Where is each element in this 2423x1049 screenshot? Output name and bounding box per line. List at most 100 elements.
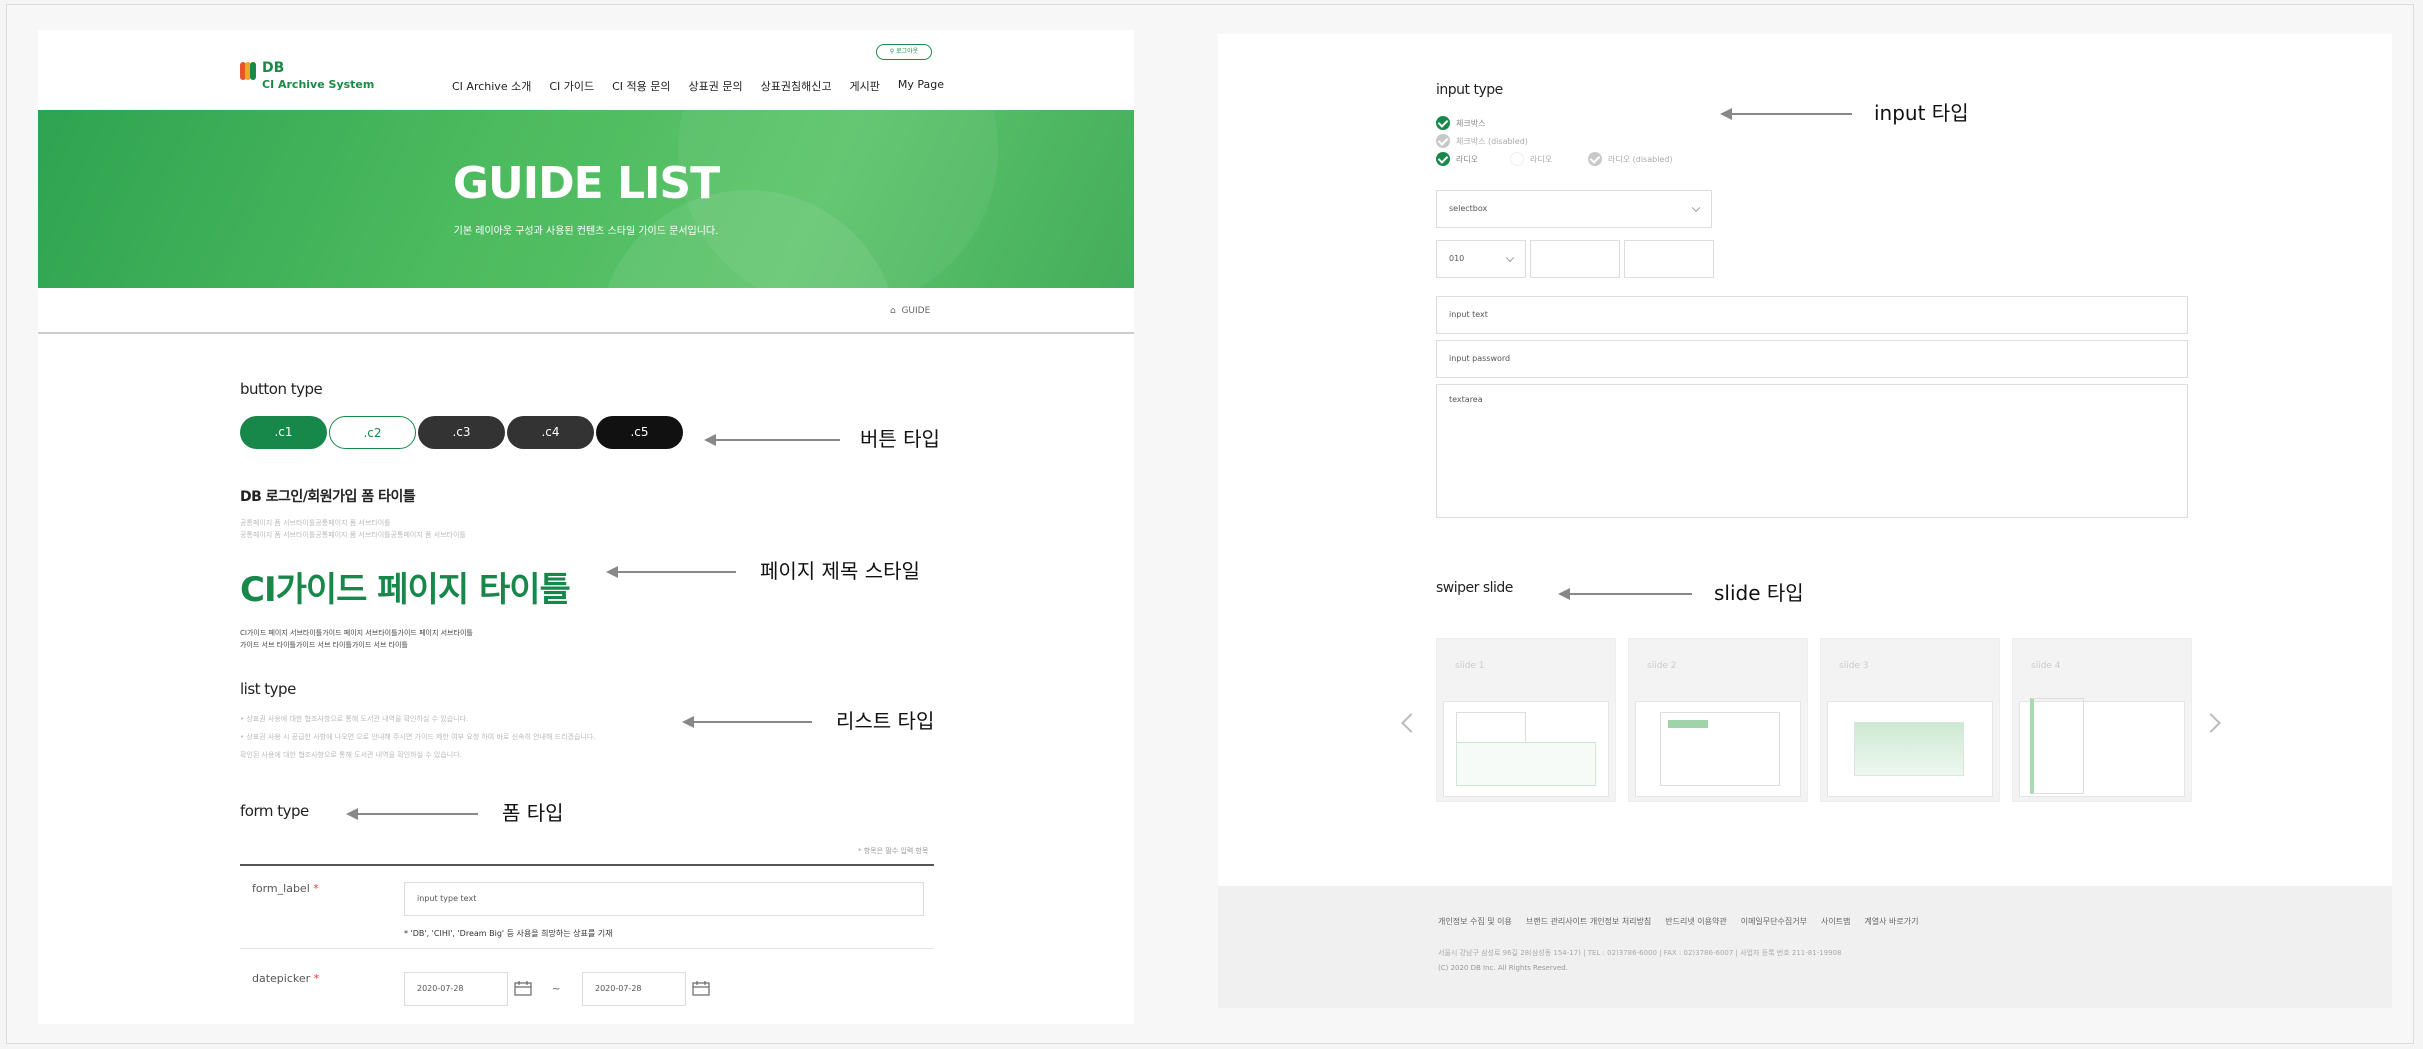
checkbox-disabled-icon	[1436, 134, 1450, 148]
chevron-down-icon	[1691, 203, 1701, 213]
footer-link[interactable]: 개인정보 수집 및 이용	[1438, 916, 1512, 927]
annotation-arrow-left-icon	[704, 434, 840, 446]
breadcrumb-current: GUIDE	[901, 306, 931, 316]
slide-card[interactable]: slide 1	[1436, 638, 1616, 802]
date-range-separator: ~	[552, 984, 561, 995]
radio-label: 라디오	[1530, 154, 1553, 164]
login-form-desc: 공통페이지 폼 서브타이틀공통페이지 폼 서브타이틀	[240, 519, 391, 527]
logo-db-text: DB	[262, 60, 285, 76]
checkbox-label: 체크박스	[1456, 118, 1486, 128]
divider	[38, 332, 1134, 334]
breadcrumb: ⌂ GUIDE	[890, 306, 930, 316]
annotation-slide: slide 타입	[1714, 581, 1804, 605]
annotation-arrow-left-icon	[1720, 108, 1852, 120]
footer-link[interactable]: 이메일무단수집거부	[1741, 916, 1807, 927]
nav-item-trademark-report[interactable]: 상표권침해신고	[761, 78, 832, 94]
radio[interactable]: 라디오	[1510, 152, 1552, 166]
password-input[interactable]: input password	[1436, 340, 2188, 378]
slide-label: slide 3	[1839, 661, 1869, 671]
annotation-arrow-left-icon	[1558, 588, 1692, 600]
phone-prefix-value: 010	[1449, 254, 1465, 263]
date-to-input[interactable]: 2020-07-28	[582, 972, 686, 1006]
required-star: *	[313, 972, 320, 985]
site-header: DB CI Archive System ⚲ 로그아웃 CI Archive 소…	[38, 30, 1134, 110]
slide-label: slide 2	[1647, 661, 1677, 671]
c4-button[interactable]: .c4	[507, 416, 594, 449]
slide-thumbnail	[1827, 701, 1993, 797]
nav-item-board[interactable]: 게시판	[849, 78, 879, 94]
logout-button[interactable]: ⚲ 로그아웃	[876, 44, 932, 60]
slide-label: slide 4	[2031, 661, 2061, 671]
home-icon[interactable]: ⌂	[890, 306, 896, 316]
annotation-page-title: 페이지 제목 스타일	[760, 559, 920, 583]
text-input[interactable]: input type text	[404, 882, 924, 916]
hero-title: GUIDE LIST	[452, 158, 720, 209]
checkbox[interactable]: 체크박스	[1436, 116, 1485, 130]
section-title-list: list type	[240, 680, 296, 698]
nav-item-ci-guide[interactable]: CI 가이드	[549, 78, 594, 94]
slide-thumbnail	[1443, 701, 1609, 797]
datepicker-label: datepicker *	[252, 972, 319, 985]
db-logo-mark-icon	[240, 62, 258, 80]
page-title-desc: 가이드 서브 타이틀가이드 서브 타이틀가이드 서브 타이틀	[240, 641, 408, 649]
hero-banner: GUIDE LIST 기본 레이아웃 구성과 사용된 컨텐츠 스타일 가이드 문…	[38, 110, 1134, 288]
c5-button[interactable]: .c5	[596, 416, 683, 449]
footer-links: 개인정보 수집 및 이용 브랜드 관리사이트 개인정보 처리방침 반드리넷 이용…	[1438, 916, 1918, 927]
form-row-separator	[240, 948, 934, 949]
nav-item-trademark-inquiry[interactable]: 상표권 문의	[689, 78, 743, 94]
radio-label: 라디오	[1456, 154, 1479, 164]
footer-link[interactable]: 사이트맵	[1821, 916, 1850, 927]
radio[interactable]: 라디오	[1436, 152, 1478, 166]
phone-last-input[interactable]	[1624, 240, 1714, 278]
button-row: .c1 .c2 .c3 .c4 .c5	[240, 416, 685, 449]
guide-input-page: input type 체크박스 체크박스 (disabled) 라디오 라디오 …	[1218, 34, 2392, 1008]
form-label: form_label *	[252, 882, 319, 895]
slide-card[interactable]: slide 2	[1628, 638, 1808, 802]
section-title-input: input type	[1436, 82, 1503, 98]
input-note: * 'DB', 'CIHI', 'Dream Big' 등 사용을 희망하는 상…	[404, 929, 613, 938]
nav-item-ci-inquiry[interactable]: CI 적용 문의	[612, 78, 670, 94]
form-top-line	[240, 864, 934, 866]
radio-label: 라디오 (disabled)	[1608, 154, 1673, 164]
hero-subtitle: 기본 레이아웃 구성과 사용된 컨텐츠 스타일 가이드 문서입니다.	[453, 226, 719, 237]
list-item: • 상표권 사용 시 공급한 사항에 나오면 으로 안내해 주시면 가이드 제한…	[240, 733, 596, 741]
phone-prefix-select[interactable]: 010	[1436, 240, 1526, 278]
slide-prev-icon[interactable]	[1401, 713, 1421, 733]
selectbox[interactable]: selectbox	[1436, 190, 1712, 228]
text-input[interactable]: input text	[1436, 296, 2188, 334]
slide-card[interactable]: slide 4	[2012, 638, 2192, 802]
page-title-desc: CI가이드 페이지 서브타이틀가이드 페이지 서브타이틀가이드 페이지 서브타이…	[240, 629, 473, 637]
annotation-list: 리스트 타입	[836, 709, 935, 733]
date-from-input[interactable]: 2020-07-28	[404, 972, 508, 1006]
annotation-input: input 타입	[1874, 101, 1969, 125]
section-title-login-form: DB 로그인/회원가입 폼 타이틀	[240, 489, 416, 505]
footer-link[interactable]: 브랜드 관리사이트 개인정보 처리방침	[1526, 916, 1651, 927]
datepicker-label-text: datepicker	[252, 972, 311, 985]
section-title-form: form type	[240, 802, 309, 820]
footer-address: 서울시 강남구 삼성로 96길 28(삼성동 154-17) | TEL : 0…	[1438, 949, 1842, 957]
footer-link[interactable]: 계열사 바로가기	[1864, 916, 1918, 927]
logout-label: 로그아웃	[896, 48, 919, 55]
c1-button[interactable]: .c1	[240, 416, 327, 449]
required-note: * 항목은 필수 입력 항목	[858, 847, 929, 855]
nav-item-ci-archive[interactable]: CI Archive 소개	[452, 78, 531, 94]
login-form-desc: 공통페이지 폼 서브타이틀공통페이지 폼 서브타이틀공통페이지 폼 서브타이틀	[240, 531, 466, 539]
list-item: • 상표권 사용에 대한 협조사항으로 통해 도서관 내역을 확인하실 수 있습…	[240, 715, 469, 723]
nav-item-mypage[interactable]: My Page	[898, 78, 944, 94]
annotation-arrow-left-icon	[606, 566, 736, 578]
textarea[interactable]: textarea	[1436, 384, 2188, 518]
section-title-slide: swiper slide	[1436, 580, 1513, 596]
slide-card[interactable]: slide 3	[1820, 638, 2000, 802]
form-label-text: form_label	[252, 882, 310, 895]
footer-link[interactable]: 반드리넷 이용약관	[1665, 916, 1726, 927]
slide-next-icon[interactable]	[2201, 713, 2221, 733]
calendar-icon[interactable]	[692, 980, 710, 996]
annotation-button: 버튼 타입	[860, 427, 940, 451]
section-title-button: button type	[240, 380, 323, 398]
phone-middle-input[interactable]	[1530, 240, 1620, 278]
annotation-form: 폼 타입	[502, 801, 564, 825]
selectbox-value: selectbox	[1449, 204, 1488, 213]
c3-button[interactable]: .c3	[418, 416, 505, 449]
c2-button[interactable]: .c2	[329, 416, 416, 449]
calendar-icon[interactable]	[514, 980, 532, 996]
